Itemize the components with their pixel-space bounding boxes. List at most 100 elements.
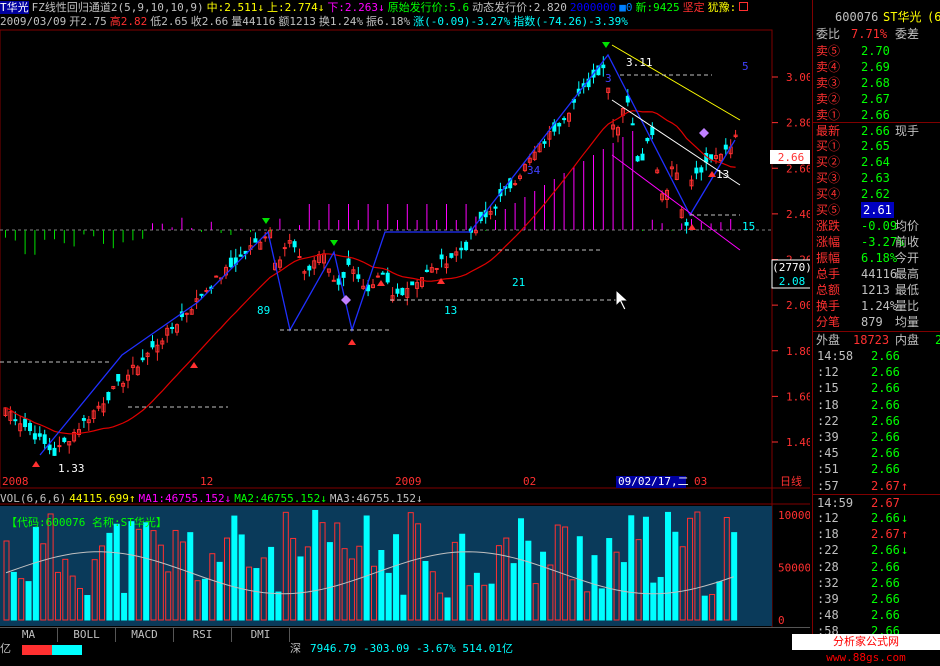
quote-panel: 600076 ST华光 (6 委比 7.71% 委差 卖⑤ 2.70 卖④ 2.69 卖③ 2.6… (812, 0, 940, 655)
buy-signal-icon (688, 224, 696, 230)
candle-body (238, 254, 243, 257)
cursor-tag-top: (2770) (772, 261, 810, 274)
tick-time: :28 (817, 559, 839, 574)
stat-row-1-extra: 均价 (895, 219, 920, 233)
tab-dmi[interactable]: DMI (232, 628, 290, 642)
tick-row: 14:59 2.67 (813, 493, 940, 510)
tick-price: 2.66 (871, 608, 900, 623)
stat-row-6-extra: 量比 (895, 299, 920, 313)
stat-row-7-value: 879 (861, 315, 883, 329)
volume-bar (591, 555, 598, 621)
tick-price: 2.66 (871, 575, 900, 590)
status-cyan-box (52, 645, 82, 655)
candle-body (395, 288, 400, 294)
sell-row-4-value: 2.67 (861, 92, 890, 106)
stat-row-3-value: 6.18% (861, 251, 898, 265)
new-value: 新:9425 (635, 1, 680, 14)
stock-extra: (6 (927, 10, 940, 24)
candle-body (297, 256, 302, 259)
tick-arrow: ↓ (901, 543, 909, 558)
tab-macd[interactable]: MACD (116, 628, 174, 642)
volume-bar (488, 583, 495, 621)
volume-bar (606, 538, 613, 621)
sell-row-2-label: 卖④ (816, 60, 841, 74)
candle-body (37, 433, 42, 437)
weibi-value: 7.71% (851, 27, 888, 41)
buy-row-1: 买① 2.65 (813, 138, 940, 154)
tab-boll[interactable]: BOLL (58, 628, 116, 642)
info-amount: 额1213 (278, 15, 316, 28)
tab-ma[interactable]: MA (0, 628, 58, 642)
candle-body (116, 374, 121, 382)
volume-bar (657, 576, 664, 621)
indicator-name: FZ线性回归通道2(5,9,10,10,9) (31, 1, 204, 14)
candle-body (62, 437, 67, 442)
time-axis-label: 2009 (395, 475, 422, 488)
stat-row-7-extra: 均量 (895, 315, 920, 329)
stat-row-1: 涨跌 -0.09 均价 (813, 218, 940, 234)
volume-bar (201, 578, 208, 621)
tick-time: :15 (817, 381, 839, 396)
moving-average-line (5, 110, 736, 435)
hesitate-label: 犹豫: (707, 1, 737, 14)
buy-row-2-value: 2.64 (861, 155, 890, 169)
tick-price: 2.66 (871, 462, 900, 477)
volume-bar (326, 542, 333, 621)
cursor-tag-bottom: 2.08 (779, 275, 806, 288)
vol-ma2: MA2:46755.152↓ (234, 492, 327, 505)
volume-bar (25, 581, 32, 621)
candle-body (375, 275, 380, 278)
stock-title: 600076 ST华光 (6 (813, 10, 940, 24)
candle-body (385, 272, 390, 283)
candle-body (42, 434, 47, 444)
fib-13b-label: 13 (716, 168, 729, 181)
tick-row: :18 2.66 (813, 397, 940, 413)
candle-body (650, 126, 655, 136)
tick-price: 2.66 (871, 397, 900, 412)
candle-body (459, 247, 464, 251)
kline-chart-area[interactable]: 3.002.802.602.402.202.001.801.601.402.66… (0, 0, 810, 655)
kline-svg[interactable]: 3.002.802.602.402.202.001.801.601.402.66… (0, 0, 810, 642)
volume-axis-label: 0 (778, 614, 785, 627)
volume-bar (378, 550, 385, 621)
fib-89-label: 89 (257, 304, 270, 317)
volume-bar (642, 516, 649, 621)
candle-body (699, 167, 704, 173)
tick-price: 2.66 (871, 413, 900, 428)
candle-body (380, 272, 385, 275)
volume-axis-label: 100000 (778, 509, 810, 522)
tick-row: :45 2.66 (813, 445, 940, 461)
tick-price: 2.66 (871, 511, 900, 525)
fib-3-label: 3 (605, 72, 612, 85)
down-label: 下:2.263↓ (327, 1, 385, 14)
tab-rsi[interactable]: RSI (174, 628, 232, 642)
tick-price: 2.66 (871, 365, 900, 380)
price-axis-label: 2.60 (786, 162, 810, 175)
candle-body (263, 236, 268, 239)
sell-signal-icon (330, 240, 338, 246)
sell-signal-icon (262, 218, 270, 224)
tick-time: :51 (817, 462, 839, 477)
candle-body (253, 238, 258, 243)
volume-bar (84, 595, 91, 621)
volume-axis-label: 50000 (778, 562, 810, 575)
candle-body (400, 287, 405, 296)
candle-body (346, 258, 351, 265)
stock-code: 600076 (835, 10, 879, 24)
zigzag-line (39, 53, 736, 456)
tick-price: 2.66 (871, 543, 900, 558)
tick-row: 14:58 2.66 (813, 348, 940, 364)
tick-row: :28 2.66 (813, 559, 940, 575)
info-open: 开2.75 (69, 15, 107, 28)
price-axis-label: 2.00 (786, 299, 810, 312)
volume-bar (459, 533, 466, 621)
candle-body (542, 141, 547, 144)
stat-row-1-value: -0.09 (861, 219, 898, 233)
stock-name: ST华光 (883, 10, 922, 24)
volume-bar (216, 561, 223, 621)
volume-bar (268, 546, 275, 621)
stat-row-6: 换手 1.24% 量比 (813, 298, 940, 314)
dynamic-price: 动态发行价:2.820 (472, 1, 567, 14)
mouse-cursor-icon (615, 288, 630, 311)
time-axis-label: 03 (694, 475, 707, 488)
